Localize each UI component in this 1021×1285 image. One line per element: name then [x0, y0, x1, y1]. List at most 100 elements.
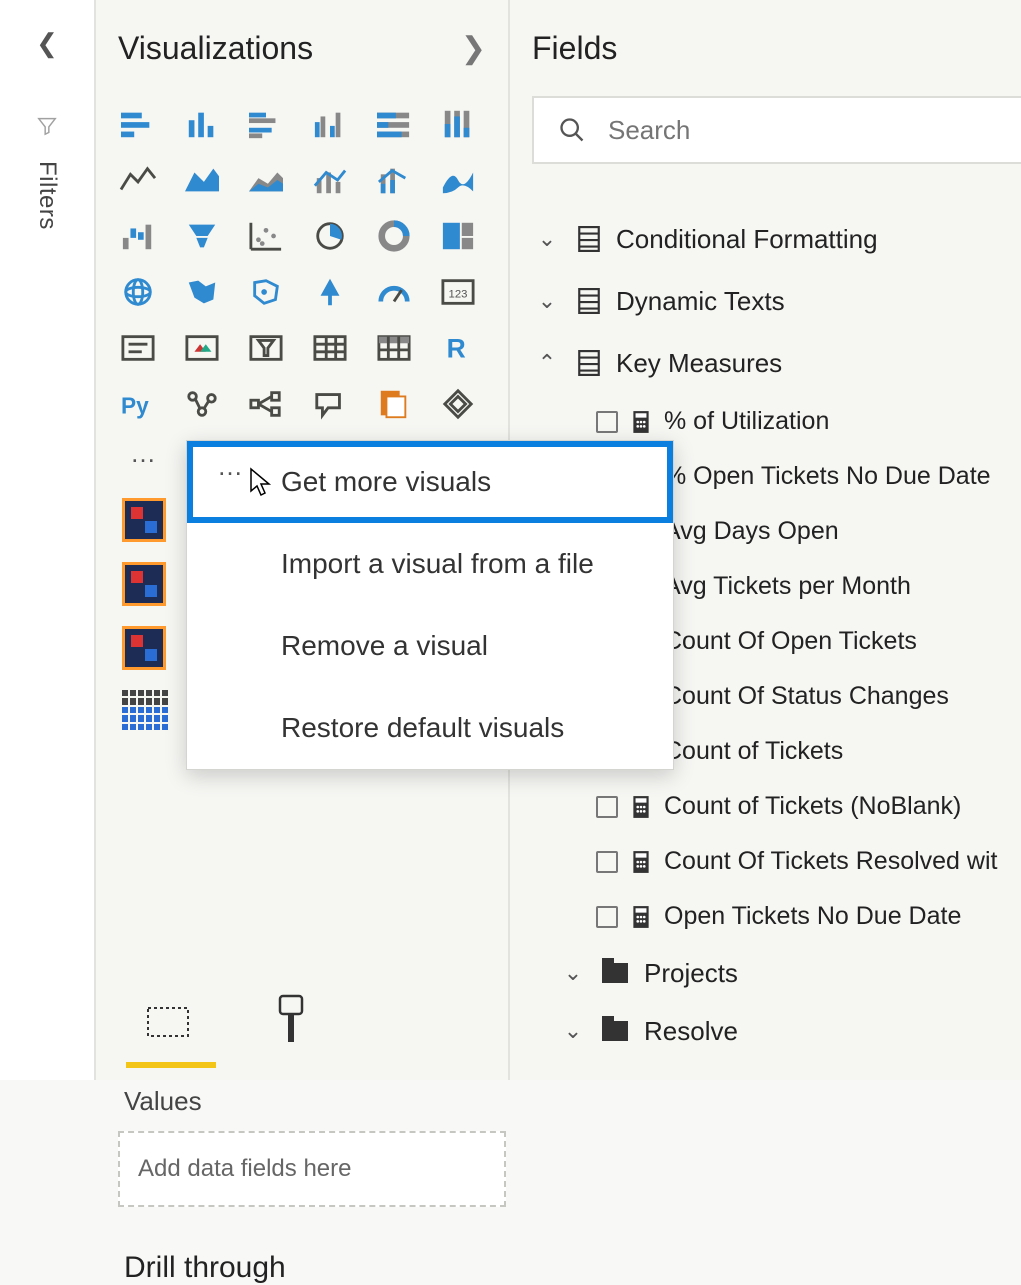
line-stacked-icon[interactable]: [374, 162, 414, 198]
table-dynamic-texts[interactable]: ⌄ Dynamic Texts: [532, 270, 1021, 332]
more-visuals-context-menu: Get more visuals… Import a visual from a …: [186, 440, 674, 770]
menu-item-restore-default-visuals[interactable]: Restore default visuals: [187, 687, 673, 769]
hundred-column-icon[interactable]: [438, 106, 478, 142]
funnel-icon[interactable]: [182, 218, 222, 254]
field-well-tabs: [136, 990, 490, 1050]
folder-resolve[interactable]: ⌄ Resolve: [532, 1002, 1021, 1060]
collapse-left-icon[interactable]: ❮: [36, 28, 58, 59]
svg-text:123: 123: [449, 289, 468, 301]
shape-map-icon[interactable]: [246, 274, 286, 310]
r-visual-icon[interactable]: R: [438, 330, 478, 366]
chevron-up-icon: ⌃: [532, 350, 562, 376]
stacked-column-icon[interactable]: [182, 106, 222, 142]
multi-card-icon[interactable]: [182, 330, 222, 366]
search-icon: [558, 116, 586, 144]
clustered-column-icon[interactable]: [310, 106, 350, 142]
values-drop-zone[interactable]: Add data fields here: [118, 1131, 506, 1207]
filled-map-icon[interactable]: [182, 274, 222, 310]
measure-row[interactable]: Open Tickets No Due Date: [532, 889, 1021, 944]
measure-label: Count of Tickets (NoBlank): [664, 792, 961, 821]
ribbon-chart-icon[interactable]: [438, 162, 478, 198]
menu-item-import-a-visual-from-a-file[interactable]: Import a visual from a file: [187, 523, 673, 605]
folder-icon: [602, 1021, 628, 1041]
measure-label: Open Tickets No Due Date: [664, 902, 961, 931]
measure-label: Avg Days Open: [664, 517, 839, 546]
card-kpi-icon[interactable]: 123: [438, 274, 478, 310]
decomposition-tree-icon[interactable]: [246, 386, 286, 422]
values-section-label: Values: [124, 1086, 490, 1117]
visualization-icon-grid: 123 R Py: [118, 106, 490, 438]
format-tab[interactable]: [260, 990, 324, 1050]
menu-item-remove-a-visual[interactable]: Remove a visual: [187, 605, 673, 687]
menu-item-label: Import a visual from a file: [281, 548, 594, 580]
app-root: ❮ Filters Visualizations ❯ 123RPy …: [0, 0, 1021, 1080]
measure-label: Count Of Status Changes: [664, 682, 949, 711]
table-key-measures[interactable]: ⌃ Key Measures: [532, 332, 1021, 394]
table-label: Key Measures: [616, 348, 782, 379]
paginated-icon[interactable]: [374, 386, 414, 422]
measure-row[interactable]: Count Of Tickets Resolved wit: [532, 834, 1021, 889]
checkbox[interactable]: [596, 906, 618, 928]
key-influencers-icon[interactable]: [182, 386, 222, 422]
search-input[interactable]: [608, 115, 1008, 146]
chevron-down-icon: ⌄: [560, 1018, 586, 1044]
custom-visual-grid-tile[interactable]: [122, 690, 168, 730]
measure-label: % Open Tickets No Due Date: [664, 462, 991, 491]
table-label: Dynamic Texts: [616, 286, 785, 317]
matrix-icon[interactable]: [374, 330, 414, 366]
measure-row[interactable]: Count of Tickets (NoBlank): [532, 779, 1021, 834]
svg-text:R: R: [447, 333, 466, 363]
stacked-area-icon[interactable]: [246, 162, 286, 198]
drill-through-label: Drill through: [124, 1251, 490, 1285]
arrow-nav-icon[interactable]: [310, 274, 350, 310]
qa-visual-icon[interactable]: [310, 386, 350, 422]
custom-visual-tile[interactable]: [122, 498, 166, 542]
menu-item-label: Restore default visuals: [281, 712, 564, 744]
line-chart-icon[interactable]: [118, 162, 158, 198]
map-globe-icon[interactable]: [118, 274, 158, 310]
folder-label: Projects: [644, 958, 738, 989]
fields-search[interactable]: [532, 96, 1021, 164]
filters-label[interactable]: Filters: [33, 161, 61, 230]
scatter-icon[interactable]: [246, 218, 286, 254]
active-tab-underline: [126, 1062, 216, 1068]
folder-icon: [602, 963, 628, 983]
treemap-icon[interactable]: [438, 218, 478, 254]
power-apps-icon[interactable]: [438, 386, 478, 422]
clustered-bar-h-icon[interactable]: [246, 106, 286, 142]
pie-icon[interactable]: [310, 218, 350, 254]
checkbox[interactable]: [596, 411, 618, 433]
py-visual-icon[interactable]: Py: [118, 386, 158, 422]
checkbox[interactable]: [596, 851, 618, 873]
donut-icon[interactable]: [374, 218, 414, 254]
line-clustered-icon[interactable]: [310, 162, 350, 198]
table-icon[interactable]: [310, 330, 350, 366]
filters-rail: ❮ Filters: [0, 0, 96, 1080]
chevron-down-icon: ⌄: [560, 960, 586, 986]
collapse-right-icon[interactable]: ❯: [461, 31, 490, 66]
folder-label: Resolve: [644, 1016, 738, 1047]
card-icon[interactable]: [118, 330, 158, 366]
gauge-icon[interactable]: [374, 274, 414, 310]
measure-label: Count of Tickets: [664, 737, 843, 766]
waterfall-icon[interactable]: [118, 218, 158, 254]
menu-item-get-more-visuals[interactable]: Get more visuals…: [187, 441, 673, 523]
visualizations-panel: Visualizations ❯ 123RPy …: [96, 0, 510, 1080]
stacked-bar-h-icon[interactable]: [118, 106, 158, 142]
area-chart-icon[interactable]: [182, 162, 222, 198]
table-conditional-formatting[interactable]: ⌄Conditional Formatting: [532, 208, 1021, 270]
custom-visual-tile[interactable]: [122, 626, 166, 670]
checkbox[interactable]: [596, 796, 618, 818]
fields-title: Fields: [532, 30, 617, 67]
custom-visual-tile[interactable]: [122, 562, 166, 606]
slicer-icon[interactable]: [246, 330, 286, 366]
chevron-down-icon: ⌄: [532, 288, 562, 314]
measure-label: Count Of Tickets Resolved wit: [664, 847, 997, 876]
fields-tab[interactable]: [136, 990, 200, 1050]
menu-item-label: Get more visuals: [281, 466, 491, 498]
mouse-cursor-icon: [249, 467, 273, 497]
svg-text:Py: Py: [121, 392, 149, 418]
measure-label: % of Utilization: [664, 407, 829, 436]
folder-projects[interactable]: ⌄ Projects: [532, 944, 1021, 1002]
hundred-bar-h-icon[interactable]: [374, 106, 414, 142]
